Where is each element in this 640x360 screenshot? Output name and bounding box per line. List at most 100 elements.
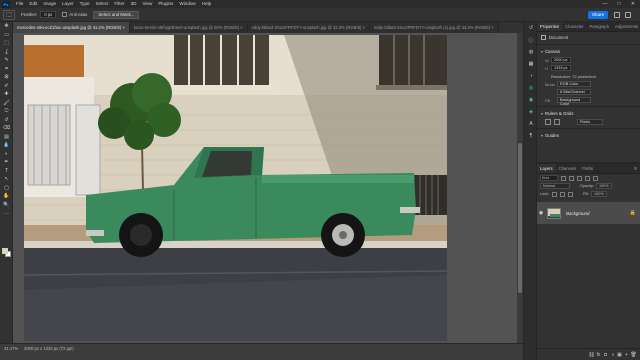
foreground-color-swatch[interactable] <box>2 248 8 254</box>
eraser-tool-icon[interactable]: ⌫ <box>0 124 13 133</box>
feather-input[interactable]: 0 px <box>40 11 57 18</box>
width-field[interactable]: 2000 px <box>551 57 571 63</box>
photoshop-logo-icon[interactable]: Ps <box>2 0 10 8</box>
select-and-mask-button[interactable]: Select and Mask... <box>93 10 140 19</box>
dodge-tool-icon[interactable]: ◐ <box>0 150 13 159</box>
link-icon[interactable]: ⛓ <box>588 352 595 358</box>
document-info[interactable]: 2000 px x 1333 px (72 ppi) <box>24 346 74 351</box>
rulers-section-header[interactable]: ▾ Rulers & Grids <box>537 109 640 118</box>
rectangle-tool-icon[interactable]: ▢ <box>0 184 13 193</box>
hand-tool-icon[interactable]: ✋ <box>0 192 13 201</box>
share-button[interactable]: Share <box>588 11 608 19</box>
menu-help[interactable]: Help <box>199 0 214 8</box>
fill-select[interactable]: Background Color <box>557 97 591 106</box>
filter-pixel-icon[interactable] <box>561 175 566 181</box>
filter-adjustment-icon[interactable] <box>569 175 574 181</box>
marquee-tool-icon[interactable]: ⬚ <box>0 39 13 48</box>
character-icon[interactable]: A <box>524 118 538 130</box>
fill-field[interactable]: 100% <box>590 191 607 197</box>
lock-position-icon[interactable] <box>560 191 566 197</box>
brush-tool-icon[interactable]: 🖌 <box>0 99 13 108</box>
mask-icon[interactable]: ◘ <box>602 352 609 358</box>
height-field[interactable]: 1333 px <box>551 65 571 71</box>
learn-icon[interactable]: ◉ <box>524 94 538 106</box>
history-icon[interactable]: ↺ <box>524 22 538 34</box>
filter-smart-object-icon[interactable] <box>593 175 598 181</box>
color-icon[interactable]: ◍ <box>524 46 538 58</box>
eyedropper-tool-icon[interactable]: ✐ <box>0 82 13 91</box>
move-tool-icon[interactable]: ✥ <box>0 22 13 31</box>
tab-character[interactable]: Character <box>562 22 586 31</box>
antialias-checkbox[interactable] <box>62 12 68 17</box>
doc-tab-lucas[interactable]: lucas-tersini-o9rhygNb5e0-unsplash.jpg @… <box>129 22 248 33</box>
kind-filter-select[interactable]: Kind <box>540 175 558 181</box>
document-image[interactable] <box>24 35 447 341</box>
mode-select[interactable]: RGB Color <box>557 81 591 87</box>
opacity-field[interactable]: 100% <box>595 183 612 189</box>
fx-icon[interactable]: fx <box>595 352 602 358</box>
pen-tool-icon[interactable]: ✒ <box>0 158 13 167</box>
lasso-tool-icon[interactable]: ʆ <box>0 48 13 57</box>
path-selection-tool-icon[interactable]: ↖ <box>0 175 13 184</box>
layer-name[interactable]: Background <box>566 211 589 216</box>
ruler-icon[interactable] <box>545 119 551 125</box>
menu-layer[interactable]: Layer <box>59 0 77 8</box>
maximize-icon[interactable]: □ <box>612 0 626 8</box>
delete-icon[interactable]: 🗑 <box>630 352 637 358</box>
tab-paths[interactable]: Paths <box>579 164 596 173</box>
doc-tab-eddy-copy[interactable]: eddy-billard-3SuOFRFDTY-unsplash (1).jpg… <box>369 22 499 33</box>
artboard-tool-icon[interactable]: ▭ <box>0 31 13 40</box>
tab-paragraph[interactable]: Paragraph <box>586 22 612 31</box>
more-tools-icon[interactable]: … <box>0 209 13 218</box>
blend-mode-select[interactable]: Normal <box>540 183 570 189</box>
paragraph-icon[interactable]: ¶ <box>524 130 538 142</box>
guides-section-header[interactable]: ▾ Guides <box>537 131 640 140</box>
menu-filter[interactable]: Filter <box>111 0 127 8</box>
new-layer-icon[interactable]: + <box>623 352 630 358</box>
swatches-icon[interactable]: ▦ <box>524 58 538 70</box>
crop-tool-icon[interactable]: ⌗ <box>0 65 13 74</box>
menu-edit[interactable]: Edit <box>26 0 40 8</box>
canvas-section-header[interactable]: ▾ Canvas <box>537 47 640 56</box>
menu-window[interactable]: Window <box>176 0 198 8</box>
menu-select[interactable]: Select <box>93 0 112 8</box>
healing-brush-tool-icon[interactable]: ✚ <box>0 90 13 99</box>
menu-view[interactable]: View <box>139 0 155 8</box>
quick-selection-tool-icon[interactable]: ✎ <box>0 56 13 65</box>
blur-tool-icon[interactable]: 💧 <box>0 141 13 150</box>
menu-image[interactable]: Image <box>40 0 59 8</box>
adjustment-layer-icon[interactable]: ◑ <box>609 352 616 358</box>
comments-icon[interactable]: ◈ <box>524 106 538 118</box>
history-brush-tool-icon[interactable]: ↺ <box>0 116 13 125</box>
tab-layers[interactable]: Layers <box>537 164 556 173</box>
libraries-icon[interactable]: ◎ <box>524 82 538 94</box>
type-tool-icon[interactable]: T <box>0 167 13 176</box>
lock-all-icon[interactable] <box>568 191 574 197</box>
clone-stamp-tool-icon[interactable]: ⎋ <box>0 107 13 116</box>
visibility-eye-icon[interactable]: ◉ <box>537 210 545 216</box>
layers-menu-icon[interactable]: ≡ <box>634 164 640 173</box>
lock-pixels-icon[interactable] <box>552 191 558 197</box>
bit-depth-select[interactable]: 8 Bits/Channel <box>557 89 591 95</box>
group-icon[interactable]: ▣ <box>616 352 623 358</box>
grid-icon[interactable] <box>554 119 560 125</box>
info-icon[interactable]: ⓘ <box>524 34 538 46</box>
tab-adjustments[interactable]: Adjustments <box>612 22 640 31</box>
workspace-icon[interactable] <box>625 12 631 18</box>
menu-plugins[interactable]: Plugins <box>155 0 176 8</box>
scrollbar-thumb[interactable] <box>518 143 522 293</box>
minimize-icon[interactable]: — <box>598 0 612 8</box>
doc-tab-eddy[interactable]: eddy-billard-3SuOFRFDTY-unsplash.jpg @ 3… <box>247 22 370 33</box>
search-icon[interactable] <box>614 12 620 18</box>
units-select[interactable]: Pixels <box>577 119 603 125</box>
gradient-tool-icon[interactable]: ▤ <box>0 133 13 142</box>
menu-file[interactable]: File <box>13 0 26 8</box>
adjustments-icon[interactable]: ◑ <box>524 70 538 82</box>
zoom-level[interactable]: 41.17% <box>4 346 18 351</box>
frame-tool-icon[interactable]: ⊠ <box>0 73 13 82</box>
layer-row-background[interactable]: ◉ Background 🔒 <box>537 202 640 224</box>
tab-properties[interactable]: Properties <box>537 22 563 31</box>
zoom-tool-icon[interactable]: 🔍 <box>0 201 13 210</box>
doc-tab-mercedes[interactable]: mercedes-o9o-ecZ1hoc-unsplash.jpg @ 41.2… <box>13 22 130 33</box>
filter-shape-icon[interactable] <box>585 175 590 181</box>
